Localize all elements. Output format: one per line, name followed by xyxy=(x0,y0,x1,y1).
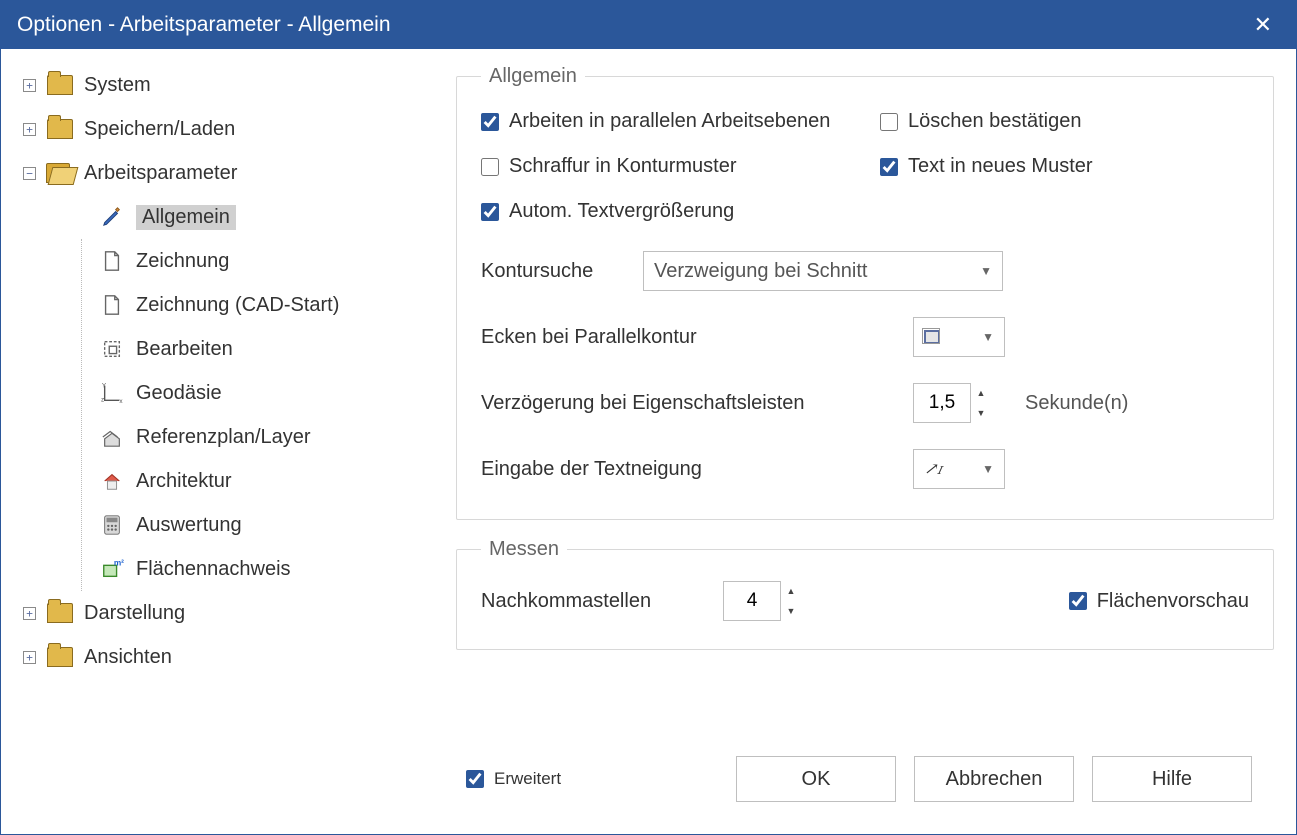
delay-label: Verzögerung bei Eigenschaftsleisten xyxy=(481,392,891,415)
content-panel: Allgemein Arbeiten in parallelen Arbeits… xyxy=(456,49,1296,834)
folder-icon xyxy=(46,600,74,626)
svg-text:x: x xyxy=(119,398,123,404)
tree-item-views[interactable]: + Ansichten xyxy=(23,635,446,679)
cancel-button[interactable]: Abbrechen xyxy=(914,756,1074,802)
dialog-footer: Erweitert OK Abbrechen Hilfe xyxy=(456,746,1274,824)
decimals-spinner[interactable]: ▲ ▼ xyxy=(723,581,801,621)
chk-auto-text-zoom[interactable] xyxy=(481,203,499,221)
chk-textnew-label: Text in neues Muster xyxy=(908,155,1093,178)
contour-search-label: Kontursuche xyxy=(481,260,621,283)
folder-icon xyxy=(46,72,74,98)
collapse-icon[interactable]: − xyxy=(23,167,36,180)
tree-item-general[interactable]: Allgemein xyxy=(98,195,446,239)
chk-area-preview[interactable] xyxy=(1069,592,1087,610)
category-tree: + System + Speichern/Laden − Arbeitspara… xyxy=(1,49,456,834)
spin-up-icon[interactable]: ▲ xyxy=(781,581,801,601)
chk-hatch-contour[interactable] xyxy=(481,158,499,176)
group-measure-legend: Messen xyxy=(481,538,567,561)
chk-confirm-delete[interactable] xyxy=(880,113,898,131)
house-layer-icon xyxy=(98,424,126,450)
chk-text-new-pattern[interactable] xyxy=(880,158,898,176)
chevron-down-icon: ▼ xyxy=(982,330,994,344)
svg-text:Y: Y xyxy=(102,383,107,390)
group-general: Allgemein Arbeiten in parallelen Arbeits… xyxy=(456,65,1274,520)
selection-icon xyxy=(98,336,126,362)
chevron-down-icon: ▼ xyxy=(982,462,994,476)
spin-up-icon[interactable]: ▲ xyxy=(971,383,991,403)
pencil-icon xyxy=(98,204,126,230)
folder-icon xyxy=(46,644,74,670)
contour-search-value: Verzweigung bei Schnitt xyxy=(654,260,867,283)
chk-extended[interactable] xyxy=(466,770,484,788)
axis-icon: Yz x xyxy=(98,380,126,406)
area-icon: m² xyxy=(98,556,126,582)
tree-item-drawing[interactable]: Zeichnung xyxy=(98,239,446,283)
window-title: Optionen - Arbeitsparameter - Allgemein xyxy=(17,13,1246,37)
tree-item-evaluation[interactable]: Auswertung xyxy=(98,503,446,547)
group-measure: Messen Nachkommastellen ▲ ▼ Flächenvorsc… xyxy=(456,538,1274,650)
tree-item-edit[interactable]: Bearbeiten xyxy=(98,327,446,371)
help-button[interactable]: Hilfe xyxy=(1092,756,1252,802)
tree-item-drawing-cad[interactable]: Zeichnung (CAD-Start) xyxy=(98,283,446,327)
page-icon xyxy=(98,248,126,274)
svg-text:m²: m² xyxy=(114,558,124,567)
spin-down-icon[interactable]: ▼ xyxy=(781,601,801,621)
options-dialog: Optionen - Arbeitsparameter - Allgemein … xyxy=(0,0,1297,835)
chk-preview-label: Flächenvorschau xyxy=(1097,590,1249,613)
calculator-icon xyxy=(98,512,126,538)
delay-spinner[interactable]: ▲ ▼ xyxy=(913,383,991,423)
chk-delete-label: Löschen bestätigen xyxy=(908,110,1081,133)
chk-hatch-label: Schraffur in Konturmuster xyxy=(509,155,737,178)
textangle-combo[interactable]: ↗𝐼 ▼ xyxy=(913,449,1005,489)
expand-icon[interactable]: + xyxy=(23,79,36,92)
expand-icon[interactable]: + xyxy=(23,651,36,664)
corners-label: Ecken bei Parallelkontur xyxy=(481,326,891,349)
close-icon[interactable]: ✕ xyxy=(1246,12,1280,38)
expand-icon[interactable]: + xyxy=(23,607,36,620)
expand-icon[interactable]: + xyxy=(23,123,36,136)
svg-text:z: z xyxy=(101,396,104,403)
ok-button[interactable]: OK xyxy=(736,756,896,802)
tree-item-display[interactable]: + Darstellung xyxy=(23,591,446,635)
delay-input[interactable] xyxy=(913,383,971,423)
chk-parallel-planes[interactable] xyxy=(481,113,499,131)
corner-style-icon xyxy=(924,330,940,344)
tree-item-refplan[interactable]: Referenzplan/Layer xyxy=(98,415,446,459)
titlebar: Optionen - Arbeitsparameter - Allgemein … xyxy=(1,1,1296,49)
decimals-input[interactable] xyxy=(723,581,781,621)
corners-combo[interactable]: ▼ xyxy=(913,317,1005,357)
spin-down-icon[interactable]: ▼ xyxy=(971,403,991,423)
chevron-down-icon: ▼ xyxy=(980,264,992,278)
chk-extended-label: Erweitert xyxy=(494,769,561,789)
chk-parallel-label: Arbeiten in parallelen Arbeitsebenen xyxy=(509,110,830,133)
decimals-label: Nachkommastellen xyxy=(481,590,701,613)
house-icon xyxy=(98,468,126,494)
folder-open-icon xyxy=(46,160,74,186)
delay-unit: Sekunde(n) xyxy=(1025,392,1128,415)
textangle-label: Eingabe der Textneigung xyxy=(481,458,891,481)
tree-item-system[interactable]: + System xyxy=(23,63,446,107)
tree-item-area[interactable]: m² Flächennachweis xyxy=(98,547,446,591)
folder-icon xyxy=(46,116,74,142)
tree-item-architecture[interactable]: Architektur xyxy=(98,459,446,503)
tree-item-saveload[interactable]: + Speichern/Laden xyxy=(23,107,446,151)
page-icon xyxy=(98,292,126,318)
group-general-legend: Allgemein xyxy=(481,65,585,88)
contour-search-combo[interactable]: Verzweigung bei Schnitt ▼ xyxy=(643,251,1003,291)
text-angle-icon: ↗𝐼 xyxy=(924,459,942,479)
tree-item-workparam[interactable]: − Arbeitsparameter xyxy=(23,151,446,195)
chk-autozoom-label: Autom. Textvergrößerung xyxy=(509,200,734,223)
tree-item-geodesy[interactable]: Yzx Geodäsie xyxy=(98,371,446,415)
